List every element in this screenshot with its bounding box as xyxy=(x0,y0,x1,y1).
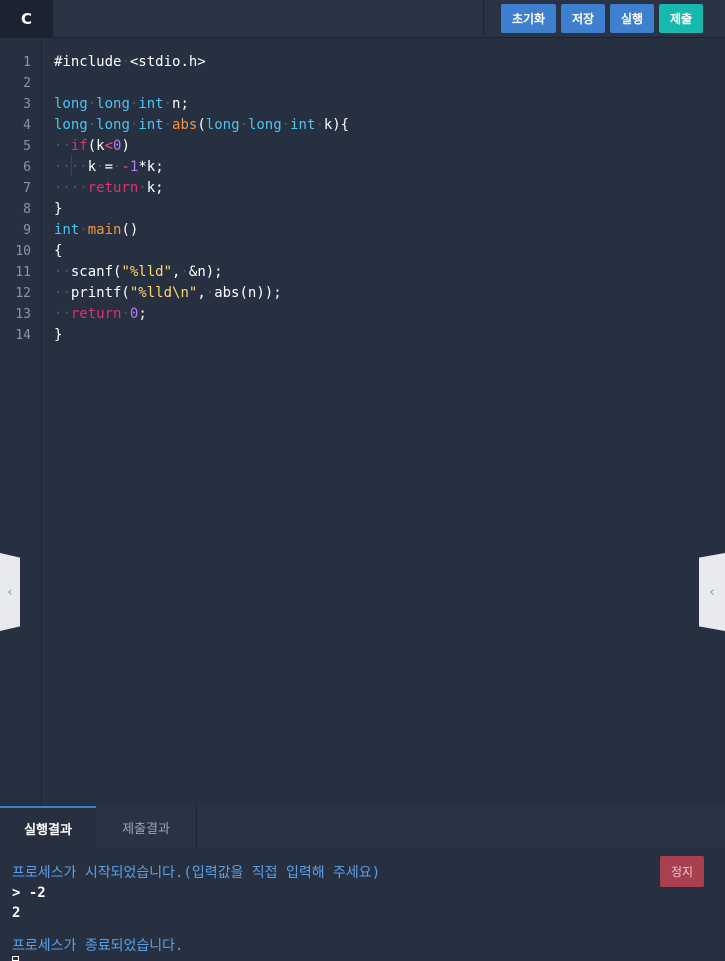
tab-bar-fill xyxy=(197,806,725,848)
line-number-gutter: 1 2 3 4 5 6 7 8 9 10 11 12 13 14 xyxy=(0,39,42,806)
line-number: 7 xyxy=(23,181,31,196)
console-output-line: 2 xyxy=(12,905,21,921)
line-number: 3 xyxy=(23,97,31,112)
code-editor[interactable] xyxy=(42,39,725,806)
code-line-13: ··return·0; xyxy=(54,306,147,322)
line-number: 8 xyxy=(23,202,31,217)
line-number: 12 xyxy=(15,286,31,301)
console-cursor xyxy=(12,956,19,961)
line-number: 6 xyxy=(23,160,31,175)
code-line-1: #include·<stdio.h> xyxy=(54,54,206,70)
line-number: 5 xyxy=(23,139,31,154)
top-toolbar: C 초기화 저장 실행 제출 xyxy=(0,0,725,38)
save-button[interactable]: 저장 xyxy=(561,4,605,33)
code-line-10: { xyxy=(54,243,63,259)
console-output[interactable]: 프로세스가 시작되었습니다.(입력값을 직접 입력해 주세요) > -2 2 프… xyxy=(0,848,725,961)
code-line-12: ··printf("%lld\n",·abs(n)); xyxy=(54,285,282,301)
action-button-group: 초기화 저장 실행 제출 xyxy=(483,0,725,38)
right-panel-handle[interactable]: ‹ xyxy=(699,553,725,631)
chevron-left-icon: ‹ xyxy=(709,584,715,600)
line-number: 13 xyxy=(15,307,31,322)
console-input-line: > -2 xyxy=(12,885,46,901)
tab-submit-result[interactable]: 제출결과 xyxy=(96,806,197,848)
code-line-5: ··if(k<0) xyxy=(54,138,130,154)
code-line-6: ····k·=·-1*k; xyxy=(54,159,164,175)
line-number: 9 xyxy=(23,223,31,238)
line-number: 10 xyxy=(15,244,31,259)
code-line-14: } xyxy=(54,327,63,343)
code-line-4: long·long·int·abs(long·long·int·k){ xyxy=(54,117,350,133)
tab-run-result[interactable]: 실행결과 xyxy=(0,806,96,848)
line-number: 4 xyxy=(23,118,31,133)
line-number: 14 xyxy=(15,328,31,343)
reset-button[interactable]: 초기화 xyxy=(501,4,556,33)
line-number: 1 xyxy=(23,55,31,70)
line-number: 2 xyxy=(23,76,31,91)
line-number: 11 xyxy=(15,265,31,280)
left-panel-handle[interactable]: ‹ xyxy=(0,553,20,631)
stop-button[interactable]: 정지 xyxy=(660,856,704,887)
code-line-9: int·main() xyxy=(54,222,139,238)
submit-button[interactable]: 제출 xyxy=(659,4,703,33)
run-button[interactable]: 실행 xyxy=(610,4,654,33)
code-line-7: ····return·k; xyxy=(54,180,164,196)
code-line-11: ··scanf("%lld",·&n); xyxy=(54,264,223,280)
code-line-3: long·long·int·n; xyxy=(54,96,189,112)
code-line-8: } xyxy=(54,201,63,217)
language-tab[interactable]: C xyxy=(0,0,53,38)
chevron-left-icon: ‹ xyxy=(7,584,13,600)
console-end-message: 프로세스가 종료되었습니다. xyxy=(12,938,184,954)
result-tab-bar: 실행결과 제출결과 xyxy=(0,806,725,848)
console-start-message: 프로세스가 시작되었습니다.(입력값을 직접 입력해 주세요) xyxy=(12,865,381,881)
